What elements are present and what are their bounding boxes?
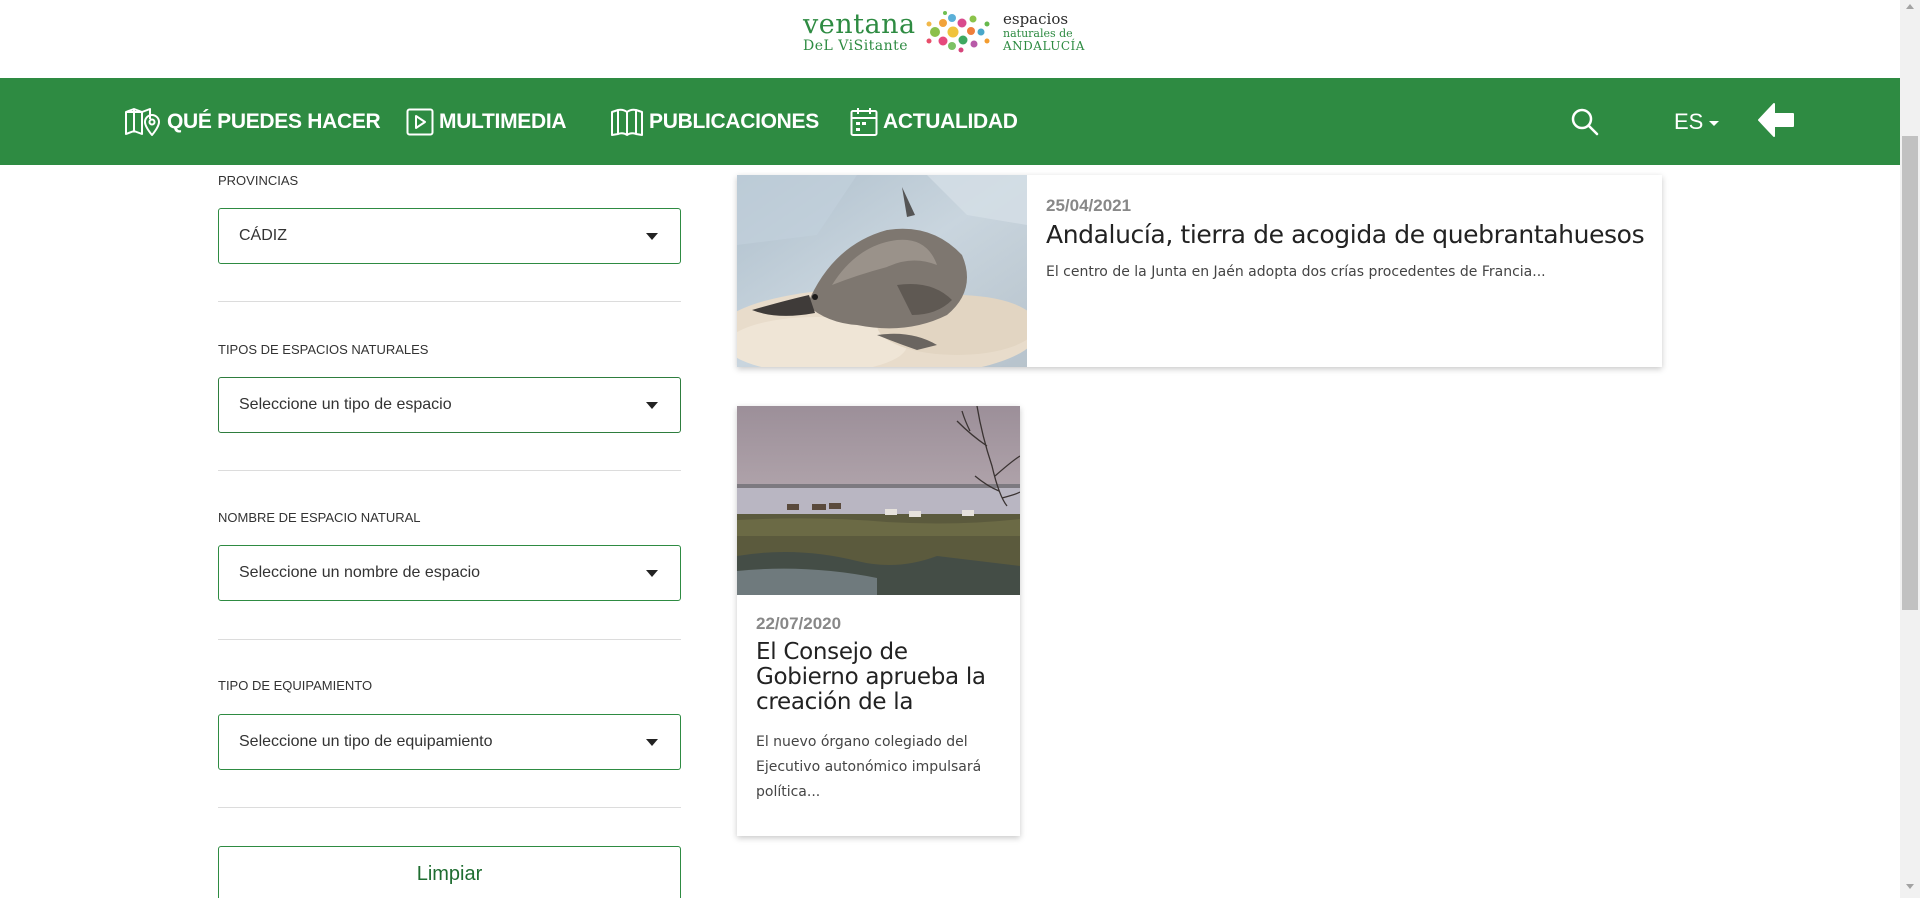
filter-divider	[218, 470, 681, 471]
scrollbar-thumb[interactable]	[1902, 136, 1918, 610]
dropdown-arrow-icon	[646, 739, 658, 746]
language-selector[interactable]: ES	[1674, 78, 1720, 165]
arrow-left-icon[interactable]	[1756, 100, 1796, 140]
logo-espacios-text: espacios naturales de ANDALUCÍA	[1003, 10, 1085, 53]
nav-label: ACTUALIDAD	[883, 109, 1018, 133]
filter-divider	[218, 301, 681, 302]
nav-label: QUÉ PUEDES HACER	[167, 109, 381, 133]
scroll-down-arrow-icon[interactable]	[1906, 884, 1914, 889]
dropdown-arrow-icon	[646, 233, 658, 240]
logo-line-1: ventana	[803, 9, 916, 40]
news-date: 22/07/2020	[756, 614, 842, 633]
filter-label-equipamiento: TIPO DE EQUIPAMIENTO	[218, 678, 373, 693]
logo-right-line-1: espacios	[1003, 10, 1069, 28]
nombre-espacio-select[interactable]: Seleccione un nombre de espacio	[218, 545, 681, 601]
play-icon	[406, 108, 434, 135]
language-label: ES	[1674, 108, 1704, 134]
dropdown-arrow-icon	[646, 402, 658, 409]
calendar-icon	[850, 107, 878, 136]
news-title[interactable]: El Consejo de Gobierno aprueba la creaci…	[756, 640, 1001, 715]
nombre-espacio-selected-value: Seleccione un nombre de espacio	[239, 564, 481, 581]
site-logo[interactable]: ventana DeL ViSitante espacios naturales…	[803, 10, 1095, 54]
provincias-select[interactable]: CÁDIZ	[218, 208, 681, 264]
news-summary: El nuevo órgano colegiado del Ejecutivo …	[756, 734, 982, 800]
news-image-marshland-horses	[737, 406, 1020, 595]
nav-label: PUBLICACIONES	[649, 109, 819, 133]
nav-que-puedes-hacer[interactable]: QUÉ PUEDES HACER	[124, 78, 381, 165]
tipos-espacios-selected-value: Seleccione un tipo de espacio	[239, 396, 452, 413]
news-summary: El centro de la Junta en Jaén adopta dos…	[1046, 264, 1546, 280]
nav-publicaciones[interactable]: PUBLICACIONES	[610, 78, 819, 165]
clear-filters-button[interactable]: Limpiar	[218, 846, 681, 898]
equipamiento-select[interactable]: Seleccione un tipo de equipamiento	[218, 714, 681, 770]
map-pin-icon	[125, 107, 160, 136]
news-date: 25/04/2021	[1046, 196, 1132, 215]
logo-flower-icon	[926, 11, 990, 53]
filter-divider	[218, 639, 681, 640]
nav-label: MULTIMEDIA	[439, 109, 567, 133]
filter-label-nombre-espacio: NOMBRE DE ESPACIO NATURAL	[218, 510, 421, 525]
page-scrollbar[interactable]	[1900, 0, 1920, 898]
news-card[interactable]: 22/07/2020 El Consejo de Gobierno aprueb…	[737, 406, 1020, 836]
logo-right-line-3: ANDALUCÍA	[1003, 39, 1085, 53]
nav-actualidad[interactable]: ACTUALIDAD	[850, 78, 1018, 165]
news-card-body: 22/07/2020 El Consejo de Gobierno aprueb…	[737, 595, 1020, 805]
news-card[interactable]: 25/04/2021 Andalucía, tierra de acogida …	[737, 175, 1662, 367]
nav-multimedia[interactable]: MULTIMEDIA	[406, 78, 567, 165]
provincias-selected-value: CÁDIZ	[239, 227, 287, 244]
equipamiento-selected-value: Seleccione un tipo de equipamiento	[239, 733, 493, 750]
book-icon	[611, 108, 643, 136]
logo-ventana-text: ventana DeL ViSitante	[803, 11, 921, 53]
dropdown-arrow-icon	[646, 570, 658, 577]
filter-label-provincias: PROVINCIAS	[218, 173, 299, 188]
news-title[interactable]: Andalucía, tierra de acogida de quebrant…	[1046, 220, 1645, 249]
logo-right-line-2: naturales de	[1003, 27, 1073, 40]
main-navigation: QUÉ PUEDES HACER MULTIMEDIA PUBLICACIONE…	[0, 78, 1900, 165]
scroll-up-arrow-icon[interactable]	[1906, 4, 1914, 9]
tipos-espacios-select[interactable]: Seleccione un tipo de espacio	[218, 377, 681, 433]
header-logo-bar: ventana DeL ViSitante espacios naturales…	[0, 0, 1900, 78]
filter-label-tipos-espacios: TIPOS DE ESPACIOS NATURALES	[218, 342, 429, 357]
news-image-vulture-chick	[737, 175, 1027, 367]
logo-line-2: DeL ViSitante	[803, 38, 909, 54]
chevron-down-icon	[1709, 121, 1720, 126]
search-icon[interactable]	[1570, 107, 1600, 137]
news-card-body: 25/04/2021 Andalucía, tierra de acogida …	[1027, 175, 1645, 367]
filter-divider	[218, 807, 681, 808]
